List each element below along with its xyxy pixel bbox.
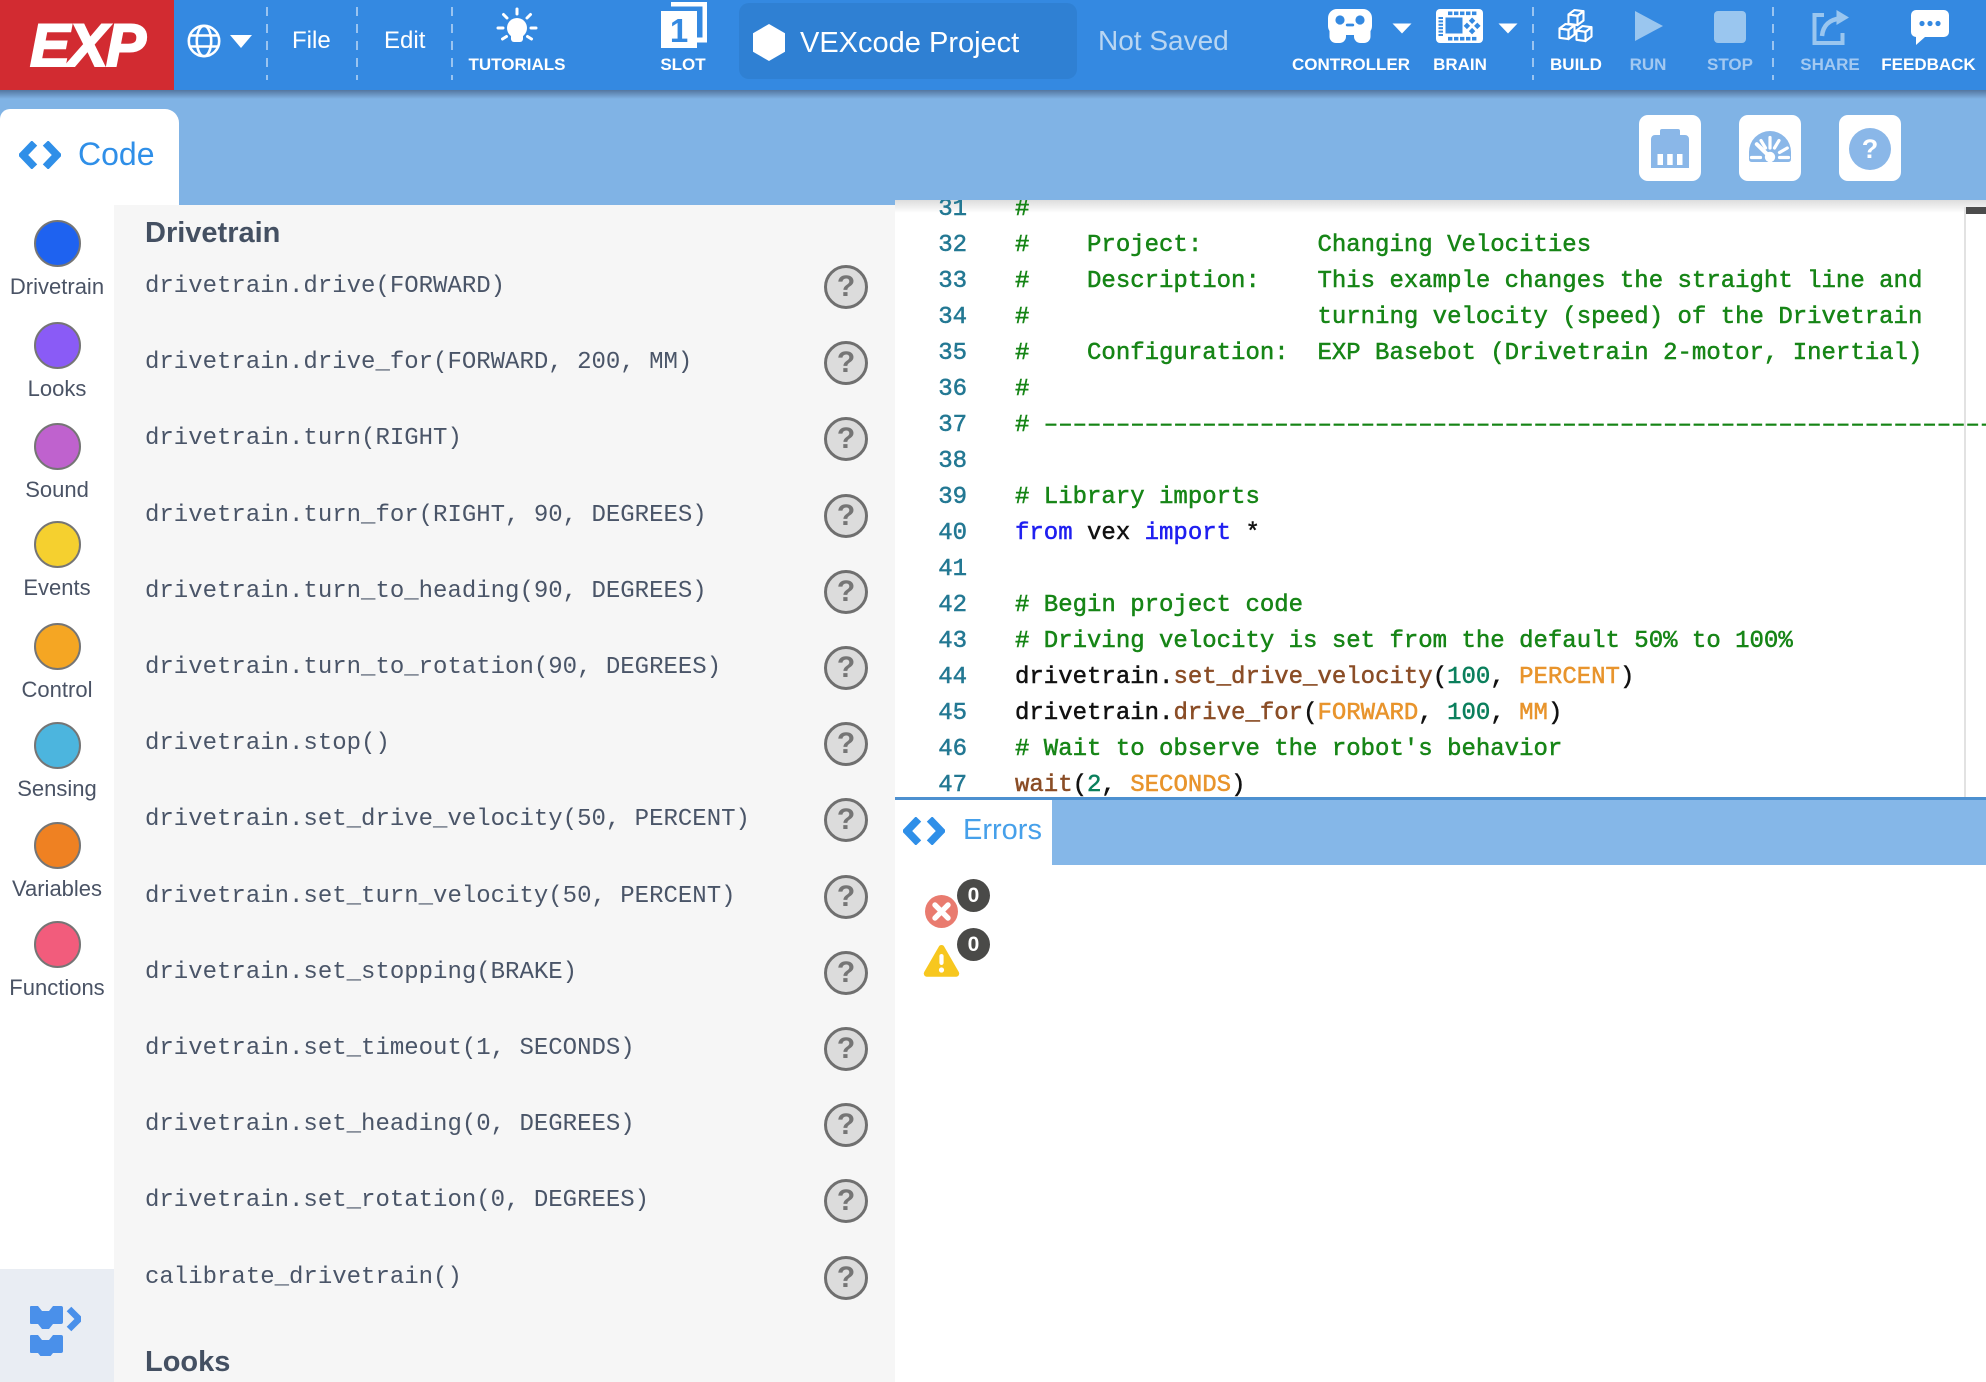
svg-text:1: 1 <box>670 12 688 49</box>
